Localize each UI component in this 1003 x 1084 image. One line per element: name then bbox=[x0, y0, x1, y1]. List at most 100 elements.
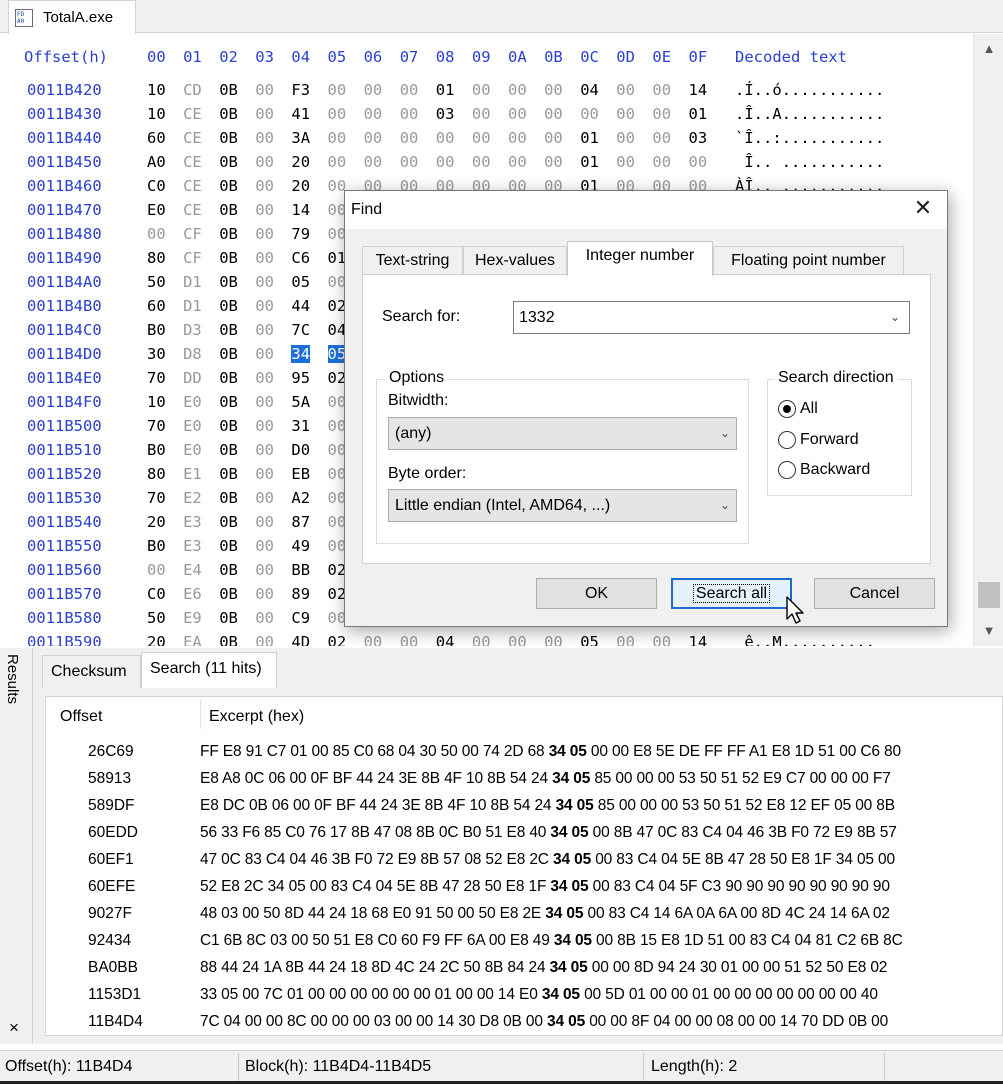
hex-byte[interactable]: D1 bbox=[183, 297, 202, 315]
hex-byte[interactable]: EB bbox=[291, 465, 310, 483]
hex-byte[interactable]: 0B bbox=[219, 537, 238, 555]
hex-byte[interactable]: 00 bbox=[652, 633, 671, 646]
radio-backward[interactable]: Backward bbox=[778, 459, 870, 481]
tab-integer-number[interactable]: Integer number bbox=[567, 241, 713, 276]
hex-byte[interactable]: 00 bbox=[508, 633, 527, 646]
hex-byte[interactable]: 89 bbox=[291, 585, 310, 603]
hex-byte[interactable]: 14 bbox=[291, 201, 310, 219]
tab-checksum[interactable]: Checksum bbox=[42, 655, 141, 688]
hex-byte[interactable]: 00 bbox=[400, 81, 419, 99]
hex-byte[interactable]: 0B bbox=[219, 441, 238, 459]
hex-byte[interactable]: E9 bbox=[183, 609, 202, 627]
column-divider[interactable] bbox=[200, 699, 201, 729]
hex-byte[interactable]: 00 bbox=[255, 465, 274, 483]
vertical-scrollbar[interactable]: ▲ ▼ bbox=[973, 34, 1003, 646]
hex-byte[interactable]: 0B bbox=[219, 345, 238, 363]
hex-byte[interactable]: 70 bbox=[147, 489, 166, 507]
hex-byte[interactable]: 00 bbox=[364, 129, 383, 147]
close-icon[interactable]: ✕ bbox=[911, 197, 935, 221]
hex-byte[interactable]: 80 bbox=[147, 465, 166, 483]
hex-byte[interactable]: 95 bbox=[291, 369, 310, 387]
search-input[interactable]: 1332 ⌄ bbox=[513, 301, 910, 334]
hex-byte[interactable]: 04 bbox=[436, 633, 455, 646]
hex-byte[interactable]: F3 bbox=[291, 81, 310, 99]
hex-byte[interactable]: E6 bbox=[183, 585, 202, 603]
hex-byte[interactable]: 00 bbox=[580, 105, 599, 123]
hex-byte[interactable]: 0B bbox=[219, 465, 238, 483]
hex-byte[interactable]: 00 bbox=[328, 129, 347, 147]
hex-byte[interactable]: 10 bbox=[147, 393, 166, 411]
hex-byte[interactable]: 44 bbox=[291, 297, 310, 315]
hex-byte[interactable]: 05 bbox=[580, 633, 599, 646]
hex-byte[interactable]: 7C bbox=[291, 321, 310, 339]
hex-byte[interactable]: 0B bbox=[219, 369, 238, 387]
hex-byte[interactable]: 00 bbox=[255, 537, 274, 555]
hex-byte[interactable]: D3 bbox=[183, 321, 202, 339]
hex-byte[interactable]: 00 bbox=[544, 81, 563, 99]
hex-byte[interactable]: E3 bbox=[183, 537, 202, 555]
hex-byte[interactable]: 70 bbox=[147, 417, 166, 435]
hex-byte[interactable]: 00 bbox=[472, 633, 491, 646]
hex-byte[interactable]: 01 bbox=[580, 129, 599, 147]
hex-byte[interactable]: 00 bbox=[508, 105, 527, 123]
hex-byte[interactable]: CF bbox=[183, 225, 202, 243]
hex-byte[interactable]: C0 bbox=[147, 177, 166, 195]
hex-row-decoded-text[interactable]: .Î..A........... bbox=[735, 105, 884, 123]
hex-byte[interactable]: 00 bbox=[472, 129, 491, 147]
hex-byte[interactable]: 01 bbox=[580, 153, 599, 171]
radio-forward[interactable]: Forward bbox=[778, 429, 859, 451]
close-icon[interactable]: × bbox=[9, 1018, 19, 1038]
hex-byte[interactable]: 20 bbox=[147, 513, 166, 531]
hex-byte[interactable]: 41 bbox=[291, 105, 310, 123]
hex-byte[interactable]: 00 bbox=[255, 177, 274, 195]
result-row[interactable]: 589DF E8 DC 0B 06 00 0F BF 44 24 3E 8B 4F… bbox=[46, 793, 996, 820]
byte-order-select[interactable]: Little endian (Intel, AMD64, ...) ⌄ bbox=[388, 489, 737, 522]
hex-byte[interactable]: E0 bbox=[183, 393, 202, 411]
hex-byte[interactable]: 00 bbox=[544, 153, 563, 171]
result-row[interactable]: 26C69 FF E8 91 C7 01 00 85 C0 68 04 30 50… bbox=[46, 739, 996, 766]
hex-byte[interactable]: D0 bbox=[291, 441, 310, 459]
result-row[interactable]: BA0BB 88 44 24 1A 8B 44 24 18 8D 4C 24 2C… bbox=[46, 955, 996, 982]
hex-byte[interactable]: 00 bbox=[689, 153, 708, 171]
hex-byte[interactable]: 05 bbox=[291, 273, 310, 291]
hex-byte[interactable]: CF bbox=[183, 249, 202, 267]
hex-byte[interactable]: 00 bbox=[436, 129, 455, 147]
hex-byte[interactable]: 00 bbox=[364, 633, 383, 646]
hex-byte[interactable]: D8 bbox=[183, 345, 202, 363]
hex-byte[interactable]: 03 bbox=[689, 129, 708, 147]
hex-byte[interactable]: 00 bbox=[255, 129, 274, 147]
bitwidth-select[interactable]: (any) ⌄ bbox=[388, 417, 737, 450]
hex-byte[interactable]: 00 bbox=[255, 201, 274, 219]
hex-byte[interactable]: 00 bbox=[544, 633, 563, 646]
hex-byte[interactable]: 00 bbox=[400, 105, 419, 123]
scrollbar-thumb[interactable] bbox=[978, 582, 1000, 608]
hex-byte[interactable]: DD bbox=[183, 369, 202, 387]
hex-byte[interactable]: E0 bbox=[183, 441, 202, 459]
search-all-button[interactable]: Search all bbox=[671, 578, 792, 609]
hex-byte[interactable]: C0 bbox=[147, 585, 166, 603]
hex-byte[interactable]: D1 bbox=[183, 273, 202, 291]
result-row[interactable]: 92434 C1 6B 8C 03 00 50 51 E8 C0 60 F9 FF… bbox=[46, 928, 996, 955]
hex-byte[interactable]: 0B bbox=[219, 105, 238, 123]
hex-byte[interactable]: 00 bbox=[616, 105, 635, 123]
hex-byte[interactable]: 80 bbox=[147, 249, 166, 267]
hex-byte[interactable]: 00 bbox=[544, 105, 563, 123]
hex-byte[interactable]: 4D bbox=[291, 633, 310, 646]
result-row[interactable]: 1153D1 33 05 00 7C 01 00 00 00 00 00 00 0… bbox=[46, 982, 996, 1009]
hex-byte[interactable]: 0B bbox=[219, 153, 238, 171]
hex-byte[interactable]: 20 bbox=[147, 633, 166, 646]
hex-byte[interactable]: 00 bbox=[616, 153, 635, 171]
hex-row-decoded-text[interactable]: `Î..:........... bbox=[735, 129, 884, 147]
hex-byte[interactable]: 00 bbox=[147, 225, 166, 243]
result-row[interactable]: 58913 E8 A8 0C 06 00 0F BF 44 24 3E 8B 4F… bbox=[46, 766, 996, 793]
hex-byte[interactable]: 0B bbox=[219, 489, 238, 507]
hex-byte[interactable]: E3 bbox=[183, 513, 202, 531]
hex-byte[interactable]: 0B bbox=[219, 513, 238, 531]
hex-byte[interactable]: 00 bbox=[255, 393, 274, 411]
result-row[interactable]: 9027F 48 03 00 50 8D 44 24 18 68 E0 91 50… bbox=[46, 901, 996, 928]
hex-byte[interactable]: 00 bbox=[544, 129, 563, 147]
results-list[interactable]: Offset Excerpt (hex) 26C69 FF E8 91 C7 01… bbox=[45, 696, 1003, 1036]
hex-byte[interactable]: CE bbox=[183, 153, 202, 171]
tab-search-results[interactable]: Search (11 hits) bbox=[141, 652, 277, 688]
hex-byte[interactable]: 79 bbox=[291, 225, 310, 243]
